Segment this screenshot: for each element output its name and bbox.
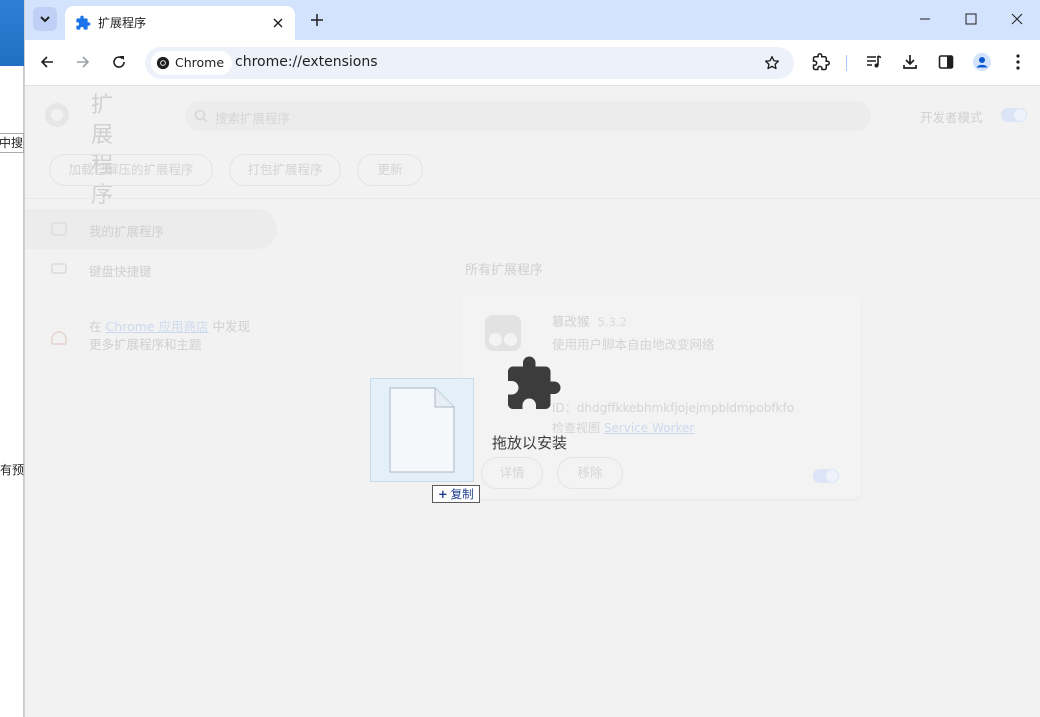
tab-strip: 扩展程序 — [25, 0, 1040, 40]
extensions-logo-icon — [45, 103, 69, 127]
close-icon — [273, 18, 283, 28]
sidebar-item-label: 我的扩展程序 — [89, 224, 165, 239]
dragged-file[interactable] — [370, 378, 474, 482]
side-panel-button[interactable] — [932, 48, 960, 76]
chrome-logo-icon — [156, 56, 170, 70]
chevron-down-icon — [40, 16, 50, 23]
close-icon — [1011, 13, 1023, 25]
service-worker-link[interactable]: Service Worker — [604, 421, 694, 435]
web-store-link[interactable]: Chrome 应用商店 — [106, 319, 209, 334]
extension-name: 篡改猴 5.3.2 — [552, 311, 627, 330]
header-divider — [25, 198, 1040, 199]
kebab-menu-icon — [1016, 54, 1020, 70]
minimize-icon — [920, 18, 930, 20]
developer-mode-toggle[interactable] — [1001, 108, 1027, 122]
forward-button[interactable] — [69, 48, 97, 76]
playlist-icon — [867, 55, 882, 68]
section-title: 所有扩展程序 — [465, 263, 544, 278]
drop-to-install-label: 拖放以安装 — [492, 434, 568, 452]
file-icon — [389, 387, 455, 473]
media-control-button[interactable] — [860, 48, 888, 76]
extension-name-text: 篡改猴 — [552, 314, 590, 329]
puzzle-icon — [76, 15, 91, 30]
toolbar-divider — [846, 55, 847, 71]
chrome-window: 扩展程序 Chrome chrome://extensions 扩展程序 搜索扩… — [24, 0, 1040, 717]
chrome-menu-button[interactable] — [1004, 48, 1032, 76]
tab-close-button[interactable] — [269, 14, 287, 32]
inspect-views: 检查视图 Service Worker — [552, 419, 694, 436]
copy-label: 复制 — [450, 487, 474, 501]
background-window-header — [0, 0, 24, 66]
load-unpacked-button[interactable]: 加载已解压的扩展程序 — [49, 154, 213, 186]
extension-version: 5.3.2 — [597, 315, 627, 329]
puzzle-icon — [508, 356, 561, 409]
web-store-line2: 更多扩展程序和主题 — [89, 337, 202, 352]
page-title: 扩展程序 — [91, 93, 114, 208]
background-window: 中搜索 有预 — [0, 0, 24, 717]
reload-button[interactable] — [105, 48, 133, 76]
arrow-right-icon — [77, 56, 90, 68]
tab-search-button[interactable] — [33, 7, 57, 31]
web-store-prefix: 在 — [89, 319, 102, 334]
tab-title: 扩展程序 — [98, 16, 147, 30]
keyboard-icon — [51, 263, 67, 274]
site-chip-label: Chrome — [175, 55, 225, 70]
close-window-button[interactable] — [994, 4, 1040, 34]
background-text-fragment: 有预 — [0, 463, 24, 477]
plus-icon — [311, 14, 323, 26]
site-chip[interactable]: Chrome — [151, 51, 233, 75]
remove-button[interactable]: 移除 — [557, 457, 623, 489]
copy-badge: + 复制 — [432, 485, 480, 503]
maximize-icon — [965, 13, 977, 25]
arrow-left-icon — [40, 56, 53, 68]
url-text[interactable]: chrome://extensions — [235, 54, 378, 70]
web-store-suffix: 中发现 — [212, 319, 251, 334]
tab-extensions[interactable]: 扩展程序 — [65, 6, 295, 40]
extension-id: ID：dhdgffkkebhmkfjojejmpbldmpobfkfo — [552, 401, 795, 415]
extensions-menu-button[interactable] — [807, 48, 835, 76]
pack-extension-button[interactable]: 打包扩展程序 — [229, 154, 341, 186]
download-icon — [903, 55, 917, 69]
reload-icon — [113, 56, 125, 68]
web-store-promo: 在 Chrome 应用商店 中发现 更多扩展程序和主题 — [89, 318, 250, 354]
extension-description: 使用用户脚本自由地改变网络 — [552, 337, 715, 352]
minimize-button[interactable] — [902, 4, 948, 34]
background-search-fragment: 中搜索 — [0, 133, 24, 153]
downloads-button[interactable] — [896, 48, 924, 76]
update-button[interactable]: 更新 — [357, 154, 423, 186]
browser-toolbar: Chrome chrome://extensions — [25, 40, 1040, 86]
search-icon — [194, 109, 208, 123]
puzzle-icon — [812, 53, 830, 71]
profile-button[interactable] — [968, 48, 996, 76]
plus-icon: + — [438, 487, 448, 501]
extensions-search-input[interactable]: 搜索扩展程序 — [185, 101, 871, 131]
tampermonkey-icon — [485, 315, 521, 351]
web-store-icon — [51, 331, 67, 345]
developer-mode-label: 开发者模式 — [920, 110, 983, 125]
details-button[interactable]: 详情 — [481, 457, 543, 489]
back-button[interactable] — [33, 48, 61, 76]
new-tab-button[interactable] — [307, 10, 327, 30]
address-bar[interactable]: Chrome chrome://extensions — [145, 47, 794, 79]
avatar-icon — [973, 53, 991, 71]
side-panel-icon — [938, 55, 954, 69]
puzzle-icon — [51, 222, 67, 236]
bookmark-button[interactable] — [762, 53, 782, 73]
search-placeholder: 搜索扩展程序 — [215, 111, 291, 126]
sidebar-item-shortcuts[interactable]: 键盘快捷键 — [89, 261, 152, 280]
star-icon — [765, 56, 779, 70]
maximize-button[interactable] — [948, 4, 994, 34]
extension-enable-toggle[interactable] — [813, 469, 839, 483]
